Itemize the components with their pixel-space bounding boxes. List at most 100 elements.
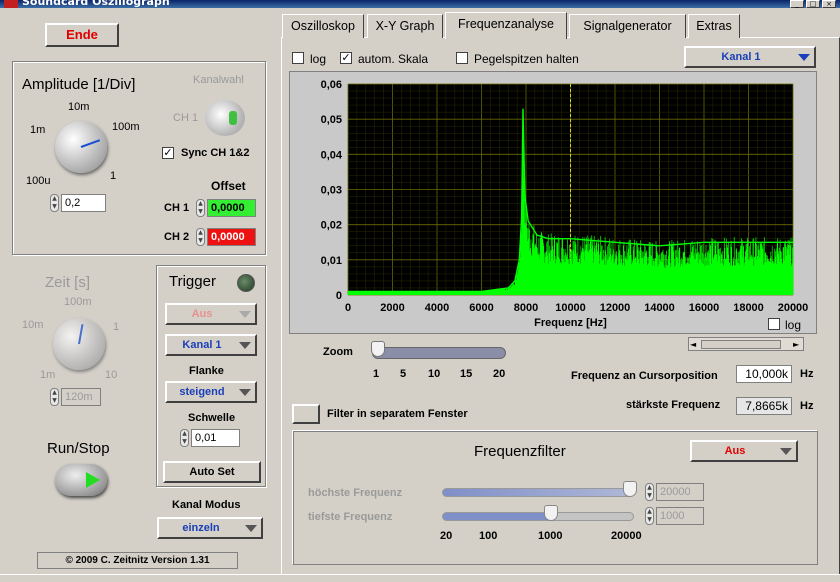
sync-checkbox[interactable]: ✓ [162, 147, 174, 159]
filter-low-input[interactable]: 1000 [656, 507, 704, 525]
x-tick-label: 16000 [689, 302, 720, 314]
zoom-slider-thumb[interactable] [371, 341, 385, 357]
filter-low-slider-track[interactable] [442, 512, 634, 521]
offset-ch2-spinner[interactable]: ▲ ▼ [196, 228, 205, 246]
tab-oszilloskop[interactable]: Oszilloskop [282, 14, 364, 38]
x-axis-label: Frequenz [Hz] [534, 317, 607, 329]
offset-ch2-label: CH 2 [164, 231, 190, 243]
filter-low-slider-thumb[interactable] [544, 505, 558, 521]
amplitude-knob[interactable] [55, 121, 107, 173]
filter-window-label: Filter in separatem Fenster [327, 408, 468, 420]
zoom-slider-track[interactable] [372, 347, 506, 359]
zeit-knob-pointer [78, 324, 84, 345]
trigger-channel-dropdown[interactable]: Kanal 1 [165, 334, 257, 356]
x-tick-label: 20000 [778, 302, 809, 314]
chevron-down-icon [239, 311, 251, 318]
zeit-tick-10m: 10m [22, 319, 44, 331]
y-tick-label: 0,04 [321, 149, 343, 161]
kanal-modus-label: Kanal Modus [172, 499, 241, 511]
filter-window-button[interactable] [292, 404, 320, 424]
cursor-freq-unit: Hz [800, 368, 814, 380]
amp-tick-100u: 100u [26, 175, 51, 187]
scroll-thumb[interactable] [701, 340, 781, 349]
minimize-button[interactable]: _ [790, 0, 804, 8]
flanke-value: steigend [179, 386, 225, 398]
y-tick-label: 0,02 [321, 220, 342, 232]
close-button[interactable]: × [822, 0, 836, 8]
cursor-freq-label: Frequenz an Cursorposition [571, 370, 718, 382]
zeit-title: Zeit [s] [45, 274, 91, 291]
tab-signalgenerator[interactable]: Signalgenerator [569, 14, 686, 38]
x-tick-label: 10000 [555, 302, 586, 314]
chevron-down-icon [245, 525, 257, 532]
offset-ch1-input[interactable]: 0,0000 [207, 199, 256, 217]
x-tick-label: 4000 [425, 302, 449, 314]
filter-mode-dropdown[interactable]: Aus [690, 440, 798, 462]
chevron-down-icon [239, 389, 251, 396]
schwelle-spinner[interactable]: ▲ ▼ [180, 429, 189, 447]
trigger-led [237, 274, 255, 292]
schwelle-label: Schwelle [188, 412, 236, 424]
amp-tick-1m: 1m [30, 124, 46, 136]
scroll-left-icon[interactable]: ◄ [690, 340, 696, 349]
amplitude-value-input[interactable]: 0,2 [61, 194, 106, 212]
log-label: log [310, 52, 327, 66]
tab-xy-graph[interactable]: X-Y Graph [367, 14, 443, 38]
flanke-dropdown[interactable]: steigend [165, 381, 257, 403]
kanal-modus-dropdown[interactable]: einzeln [157, 517, 263, 539]
ende-button[interactable]: Ende [45, 23, 119, 47]
x-tick-label: 0 [345, 302, 351, 314]
log-checkbox[interactable] [292, 52, 304, 64]
window-title: Soundcard Oszillograph [22, 0, 170, 8]
tab-extras[interactable]: Extras [688, 14, 740, 38]
trigger-mode-dropdown[interactable]: Aus [165, 303, 257, 325]
amp-spinner[interactable]: ▲ ▼ [50, 194, 59, 212]
x-tick-label: 18000 [733, 302, 764, 314]
zeit-value-input[interactable]: 120m [61, 388, 101, 406]
filter-high-input[interactable]: 20000 [656, 483, 704, 501]
schwelle-input[interactable]: 0,01 [191, 429, 240, 447]
zeit-tick-100m: 100m [64, 296, 92, 308]
filter-high-spinner[interactable]: ▲ ▼ [645, 483, 654, 501]
chevron-down-icon [239, 342, 251, 349]
run-stop-button[interactable] [55, 464, 107, 496]
y-tick-label: 0,06 [321, 79, 342, 91]
spectrum-chart[interactable]: 0 2000 4000 6000 8000 10000 12000 14000 16000 180… [290, 72, 818, 335]
zoom-tick-10: 10 [428, 368, 441, 380]
zeit-spinner[interactable]: ▲ ▼ [50, 388, 59, 406]
kanalwahl-ch1-label: CH 1 [173, 112, 199, 124]
x-tick-label: 6000 [469, 302, 493, 314]
filter-high-slider-track[interactable] [442, 488, 634, 497]
kanalwahl-switch[interactable] [205, 100, 245, 136]
offset-ch2-input[interactable]: 0,0000 [207, 228, 256, 246]
scroll-right-icon[interactable]: ► [793, 340, 799, 349]
flanke-label: Flanke [189, 365, 224, 377]
offset-ch1-spinner[interactable]: ▲ ▼ [196, 199, 205, 217]
filter-title: Frequenzfilter [474, 443, 566, 460]
maximize-button[interactable]: □ [806, 0, 820, 8]
zeit-tick-1m: 1m [40, 369, 56, 381]
chart-scrollbar[interactable]: ◄ ► [688, 337, 804, 351]
title-bar: Soundcard Oszillograph _ □ × [0, 0, 840, 8]
filter-tick-20: 20 [440, 530, 453, 542]
tab-frequenzanalyse[interactable]: Frequenzanalyse [445, 12, 567, 39]
peak-hold-checkbox[interactable] [456, 52, 468, 64]
auto-set-button[interactable]: Auto Set [163, 461, 261, 483]
filter-low-label: tiefste Frequenz [308, 511, 393, 523]
filter-high-slider-thumb[interactable] [623, 481, 637, 497]
spectrum-chart-frame: 0 2000 4000 6000 8000 10000 12000 14000 16000 180… [289, 71, 817, 334]
zeit-knob[interactable] [53, 318, 105, 370]
filter-tick-20000: 20000 [611, 530, 642, 542]
trigger-mode-value: Aus [191, 308, 213, 320]
xlog-checkbox[interactable] [768, 318, 780, 330]
y-tick-label: 0,01 [321, 255, 342, 267]
kanalwahl-label: Kanalwahl [193, 74, 244, 86]
filter-low-spinner[interactable]: ▲ ▼ [645, 507, 654, 525]
x-tick-label: 14000 [644, 302, 675, 314]
spectrum-channel-dropdown[interactable]: Kanal 1 [684, 46, 816, 68]
autoscale-checkbox[interactable]: ✓ [340, 52, 352, 64]
autoscale-label: autom. Skala [358, 52, 429, 66]
taskbar [0, 574, 840, 582]
y-tick-label: 0 [336, 290, 342, 302]
strongest-freq-unit: Hz [800, 400, 814, 412]
